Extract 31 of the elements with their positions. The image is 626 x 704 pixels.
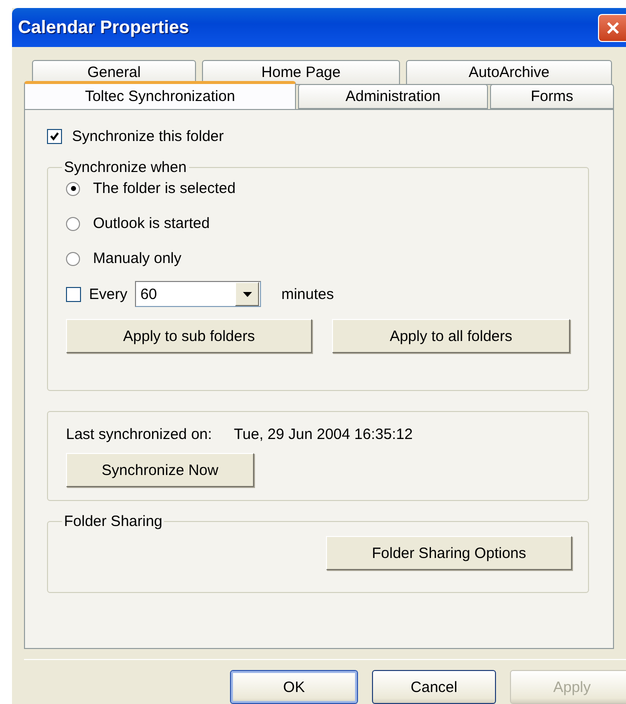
tab[interactable]: Toltec Synchronization	[24, 81, 296, 109]
dialog-button[interactable]: OK	[230, 670, 358, 704]
checkbox-label: Every	[89, 286, 128, 302]
radio-label: Manualy only	[93, 250, 182, 267]
last-sync-label: Last synchronized on:	[66, 426, 212, 443]
radio-button[interactable]	[66, 182, 80, 196]
checkbox-label: Synchronize this folder	[72, 128, 224, 145]
caret-icon	[242, 292, 252, 296]
tab[interactable]: Forms	[490, 84, 614, 109]
close-button[interactable]	[598, 14, 626, 42]
window-title: Calendar Properties	[18, 17, 190, 38]
tab[interactable]: AutoArchive	[406, 60, 612, 85]
tab[interactable]: Home Page	[202, 60, 400, 85]
dialog-button[interactable]: Cancel	[372, 670, 496, 704]
tab[interactable]: Administration	[298, 84, 488, 109]
group-title: Folder Sharing	[63, 513, 164, 530]
folder-sharing-options-button[interactable]: Folder Sharing Options	[326, 536, 572, 570]
checkbox[interactable]	[66, 286, 81, 302]
radio-label: Outlook is started	[93, 215, 210, 232]
radio-button[interactable]	[66, 216, 80, 230]
last-sync-value: Tue, 29 Jun 2004 16:35:12	[234, 426, 413, 443]
apply-button[interactable]: Apply to sub folders	[66, 319, 312, 353]
radio-label: The folder is selected	[93, 180, 236, 197]
unit-label: minutes	[281, 286, 334, 302]
radio-button[interactable]	[66, 252, 80, 266]
minutes-dropdown[interactable]: 60	[135, 281, 262, 307]
synchronize-now-button[interactable]: Synchronize Now	[66, 453, 254, 487]
group-title: Synchronize when	[63, 159, 188, 176]
close-icon	[604, 20, 620, 36]
apply-button[interactable]: Apply to all folders	[332, 319, 570, 353]
checkbox[interactable]	[47, 129, 62, 144]
